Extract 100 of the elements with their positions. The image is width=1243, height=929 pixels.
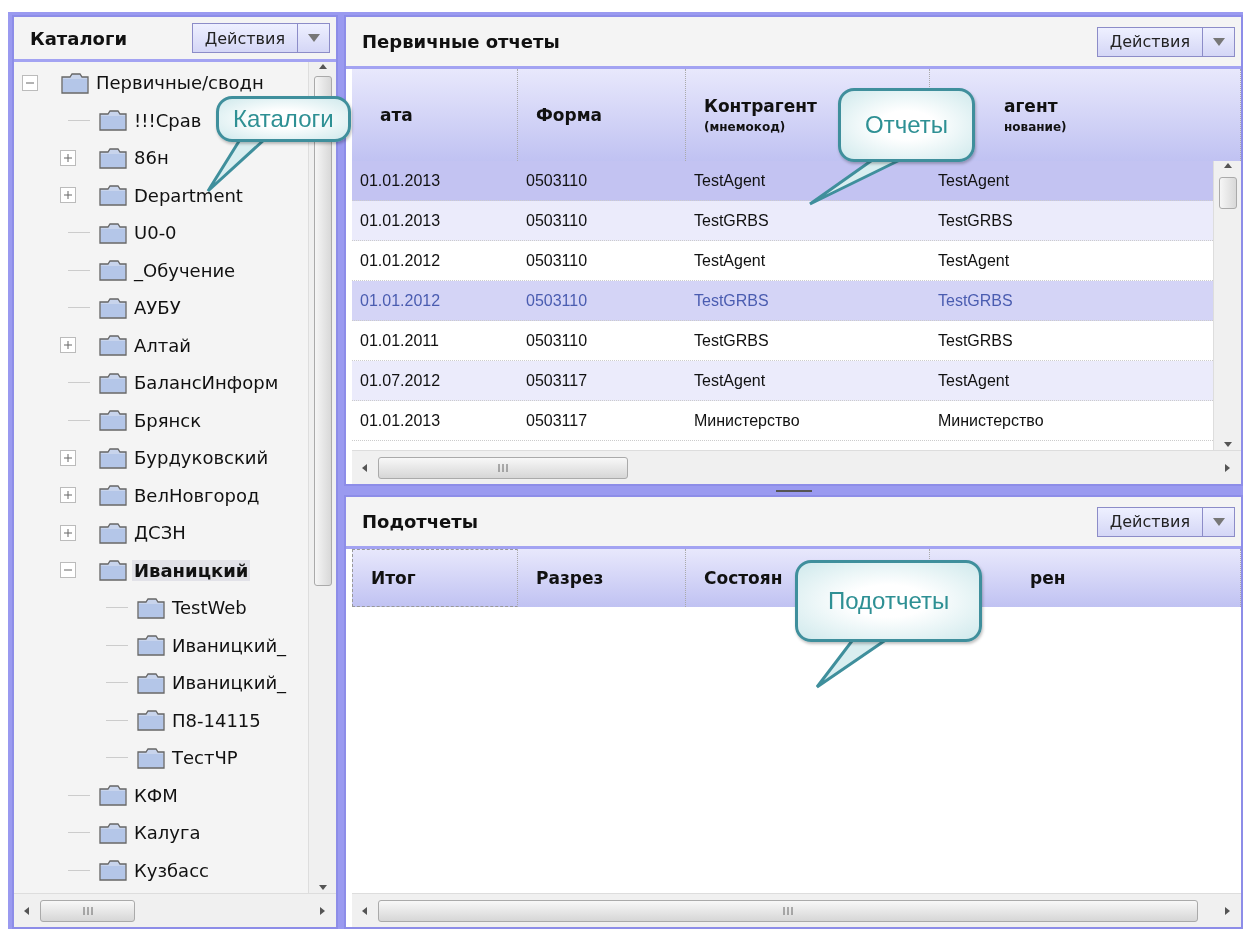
table-cell-text: 0503110 [525, 171, 588, 190]
table-cell-text: TestAgent [693, 371, 766, 390]
folder-icon [98, 484, 128, 507]
tree-item[interactable]: Первичные/сводн [94, 72, 266, 94]
table-cell-text: Министерство [693, 411, 800, 430]
folder-icon [98, 446, 128, 469]
table-cell-text: 0503110 [525, 291, 588, 310]
table-cell-text: TestGRBS [693, 331, 769, 350]
horizontal-scrollbar[interactable] [352, 893, 1241, 927]
folder-icon [98, 334, 128, 357]
tree-item[interactable]: П8-14115 [170, 709, 263, 731]
table-cell-text: 0503117 [525, 371, 588, 390]
folder-icon [98, 259, 128, 282]
column-header[interactable]: Состоян [704, 568, 783, 588]
tree-item[interactable]: Иваницкий_ [170, 672, 289, 694]
folder-icon [136, 596, 166, 619]
table-row[interactable]: 01.01.2012 0503110 TestGRBS TestGRBS [352, 281, 1213, 321]
column-header[interactable]: рен [1030, 568, 1066, 588]
folder-icon [98, 109, 128, 132]
folder-icon [98, 184, 128, 207]
tree-item[interactable]: БалансИнформ [132, 372, 281, 394]
expand-toggle[interactable] [60, 487, 76, 504]
folder-icon [136, 746, 166, 769]
panel-title: Каталоги [30, 27, 127, 49]
column-header[interactable]: Форма [536, 105, 603, 125]
tree-item[interactable]: U0-0 [132, 222, 179, 244]
scrollbar-thumb[interactable] [1218, 177, 1237, 209]
table-cell-text: 0503110 [525, 211, 588, 230]
splitter-handle[interactable] [775, 489, 812, 492]
tree-item[interactable]: ДСЗН [132, 522, 188, 544]
table-cell-text: TestAgent [937, 371, 1010, 390]
column-header[interactable]: ата [380, 105, 413, 125]
tree-item[interactable]: Алтай [132, 334, 194, 356]
scrollbar-thumb[interactable] [378, 899, 1198, 922]
expand-toggle[interactable] [60, 562, 76, 579]
scroll-left-arrow-icon[interactable] [360, 462, 370, 473]
panel-title: Первичные отчеты [362, 31, 560, 52]
scrollbar-thumb[interactable] [40, 899, 135, 922]
tree-item[interactable]: АУБУ [132, 297, 183, 319]
expand-toggle[interactable] [60, 337, 76, 354]
plus-icon [63, 527, 73, 538]
grip-icon [782, 905, 794, 916]
expand-toggle[interactable] [60, 149, 76, 166]
scrollbar-thumb[interactable] [378, 456, 628, 479]
table-cell-text: TestAgent [693, 171, 766, 190]
table-cell-text: TestGRBS [937, 211, 1013, 230]
expand-toggle[interactable] [22, 74, 38, 91]
tree-item[interactable]: !!!Срав [132, 109, 204, 131]
table-cell-text: 01.01.2012 [359, 251, 441, 270]
expand-toggle[interactable] [60, 524, 76, 541]
horizontal-scrollbar[interactable] [14, 893, 336, 927]
grip-icon [497, 462, 509, 473]
table-row[interactable]: 01.07.2012 0503117 TestAgent TestAgent [352, 361, 1213, 401]
tree-item[interactable]: КФМ [132, 784, 180, 806]
horizontal-scrollbar[interactable] [352, 450, 1241, 484]
expand-toggle[interactable] [60, 187, 76, 204]
tree-item[interactable]: TestWeb [170, 597, 249, 619]
tree-item[interactable]: ТестЧР [170, 747, 240, 769]
table-cell-text: 0503110 [525, 331, 588, 350]
tree-item[interactable]: Иваницкий_ [170, 634, 289, 656]
tree-item[interactable]: Иваницкий [132, 559, 251, 581]
tree-item[interactable]: Брянск [132, 409, 204, 431]
table-row[interactable]: 01.01.2013 0503110 TestAgent TestAgent [352, 161, 1213, 201]
table-cell-text: 01.01.2013 [359, 411, 441, 430]
tree-item[interactable]: 86н [132, 147, 171, 169]
tree-item[interactable]: Калуга [132, 822, 203, 844]
folder-icon [98, 221, 128, 244]
vertical-scrollbar[interactable] [1213, 161, 1241, 450]
table-cell-text: 01.01.2013 [359, 211, 441, 230]
column-header[interactable]: Контрагент (мнемокод) [704, 96, 817, 134]
tree-item[interactable]: ВелНовгород [132, 484, 262, 506]
tree-item[interactable]: Кузбасс [132, 859, 211, 881]
scroll-up-arrow-icon[interactable] [1222, 161, 1233, 171]
column-header[interactable]: Итог [371, 568, 416, 588]
scroll-left-arrow-icon[interactable] [360, 905, 370, 916]
scroll-up-arrow-icon[interactable] [317, 62, 328, 72]
scroll-left-arrow-icon[interactable] [22, 905, 32, 916]
folder-icon [98, 784, 128, 807]
folder-icon [98, 821, 128, 844]
folder-icon [136, 634, 166, 657]
folder-icon [98, 559, 128, 582]
table-cell-text: 01.07.2012 [359, 371, 441, 390]
table-cell-text: TestAgent [693, 251, 766, 270]
tree-item[interactable]: Department [132, 184, 245, 206]
table-cell-text: TestAgent [937, 251, 1010, 270]
plus-icon [63, 340, 73, 351]
table-cell-text: TestGRBS [937, 291, 1013, 310]
folder-icon [136, 671, 166, 694]
folder-icon [98, 296, 128, 319]
expand-toggle[interactable] [60, 449, 76, 466]
callout-bubble: Отчеты [838, 88, 975, 162]
column-header[interactable]: Разрез [536, 568, 604, 588]
panel-title: Подотчеты [362, 511, 479, 532]
tree-item[interactable]: Бурдуковский [132, 447, 271, 469]
dropdown-caret-icon [307, 34, 320, 42]
plus-icon [63, 190, 73, 201]
column-header[interactable]: агент нование) [1004, 96, 1067, 134]
tree-item[interactable]: _Обучение [132, 259, 238, 281]
plus-icon [63, 490, 73, 501]
table-row[interactable]: 01.01.2013 0503110 TestGRBS TestGRBS [352, 201, 1213, 241]
